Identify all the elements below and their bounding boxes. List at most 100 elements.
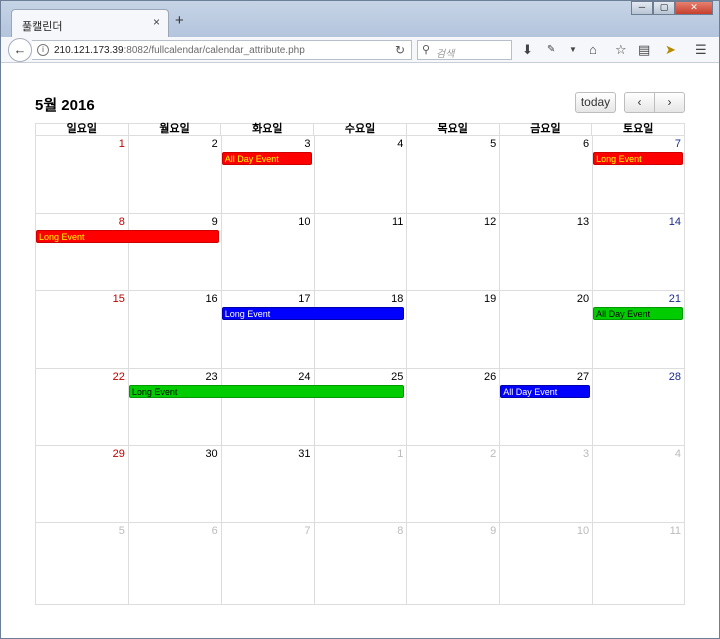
day-cell[interactable]: 8 [313,523,407,605]
reload-icon[interactable]: ↻ [395,43,405,57]
day-number[interactable]: 2 [490,448,496,460]
address-bar[interactable]: i 210.121.173.39:8082/fullcalendar/calen… [32,40,412,60]
day-number[interactable]: 5 [490,138,496,150]
day-cell[interactable]: 3 [499,446,593,523]
day-number[interactable]: 4 [397,138,403,150]
day-number[interactable]: 13 [577,216,589,228]
calendar-event[interactable]: Long Event [221,307,405,320]
day-number[interactable]: 2 [212,138,218,150]
day-cell[interactable]: 11 [592,523,685,605]
cursor-icon[interactable]: ➤ [665,42,676,58]
day-cell[interactable]: 12 [406,214,500,291]
day-number[interactable]: 9 [212,216,218,228]
calendar-event[interactable]: All Day Event [593,307,683,320]
day-number[interactable]: 14 [669,216,681,228]
day-cell[interactable]: 7 [220,523,314,605]
day-number[interactable]: 5 [119,525,125,537]
reader-icon[interactable]: ▤ [638,42,650,58]
day-cell[interactable]: 10 [499,523,593,605]
day-cell[interactable]: 29 [35,446,128,523]
day-cell[interactable]: 14 [592,214,685,291]
search-bar[interactable]: ⚲ 검색 [417,40,512,60]
day-cell[interactable]: 5 [35,523,128,605]
next-month-button[interactable]: › [654,92,685,113]
day-cell[interactable]: 18 [313,291,407,369]
day-number[interactable]: 12 [484,216,496,228]
day-number[interactable]: 25 [391,371,403,383]
day-number[interactable]: 3 [583,448,589,460]
day-cell[interactable]: 26 [406,369,500,446]
day-number[interactable]: 22 [113,371,125,383]
calendar-event[interactable]: Long Event [36,230,219,243]
day-number[interactable]: 6 [212,525,218,537]
day-number[interactable]: 10 [577,525,589,537]
day-cell[interactable]: 22 [35,369,128,446]
day-cell[interactable]: 9 [127,214,221,291]
day-number[interactable]: 23 [205,371,217,383]
home-icon[interactable]: ⌂ [589,42,597,58]
day-number[interactable]: 8 [119,216,125,228]
day-number[interactable]: 21 [669,293,681,305]
close-window-button[interactable]: ✕ [675,1,713,15]
day-number[interactable]: 29 [113,448,125,460]
day-number[interactable]: 7 [304,525,310,537]
day-cell[interactable]: 8 [35,214,128,291]
info-icon[interactable]: i [37,44,49,56]
day-cell[interactable]: 30 [127,446,221,523]
day-cell[interactable]: 15 [35,291,128,369]
day-number[interactable]: 11 [392,216,403,228]
search-input[interactable]: 검색 [436,45,454,60]
day-number[interactable]: 9 [490,525,496,537]
day-cell[interactable]: 9 [406,523,500,605]
day-number[interactable]: 20 [577,293,589,305]
day-number[interactable]: 30 [205,448,217,460]
day-cell[interactable]: 31 [220,446,314,523]
calendar-event[interactable]: Long Event [128,385,405,398]
day-cell[interactable]: 17 [220,291,314,369]
menu-icon[interactable]: ☰ [695,42,707,58]
day-number[interactable]: 17 [298,293,310,305]
day-cell[interactable]: 5 [406,136,500,214]
day-number[interactable]: 1 [397,448,403,460]
day-number[interactable]: 27 [577,371,589,383]
day-cell[interactable]: 4 [313,136,407,214]
day-number[interactable]: 31 [298,448,310,460]
day-number[interactable]: 10 [298,216,310,228]
day-cell[interactable]: 23 [127,369,221,446]
back-button[interactable]: ← [8,38,32,62]
minimize-button[interactable]: ─ [631,1,653,15]
day-number[interactable]: 26 [484,371,496,383]
day-number[interactable]: 15 [113,293,125,305]
calendar-event[interactable]: All Day Event [221,152,312,165]
day-number[interactable]: 18 [391,293,403,305]
day-number[interactable]: 28 [669,371,681,383]
maximize-button[interactable]: ▢ [653,1,675,15]
day-number[interactable]: 16 [205,293,217,305]
day-number[interactable]: 3 [304,138,310,150]
bookmark-star-icon[interactable]: ☆ [615,42,627,58]
calendar-event[interactable]: All Day Event [500,385,591,398]
day-cell[interactable]: 16 [127,291,221,369]
day-number[interactable]: 8 [397,525,403,537]
tab-close-icon[interactable]: × [153,15,160,29]
day-cell[interactable]: 19 [406,291,500,369]
day-cell[interactable]: 10 [220,214,314,291]
day-number[interactable]: 24 [298,371,310,383]
day-number[interactable]: 4 [675,448,681,460]
day-cell[interactable]: 6 [127,523,221,605]
day-cell[interactable]: 2 [127,136,221,214]
day-number[interactable]: 6 [583,138,589,150]
day-number[interactable]: 11 [670,525,681,537]
day-cell[interactable]: 13 [499,214,593,291]
chevron-down-icon[interactable]: ▼ [569,42,577,58]
day-cell[interactable]: 1 [313,446,407,523]
day-cell[interactable]: 21 [592,291,685,369]
addon-icon[interactable]: ✎ [547,42,555,58]
day-cell[interactable]: 24 [220,369,314,446]
today-button[interactable]: today [575,92,616,113]
browser-tab[interactable]: 풀캘린더 × [11,9,169,37]
day-cell[interactable]: 3 [220,136,314,214]
download-icon[interactable]: ⬇ [522,42,533,58]
new-tab-icon[interactable]: + [175,13,184,28]
day-cell[interactable]: 6 [499,136,593,214]
